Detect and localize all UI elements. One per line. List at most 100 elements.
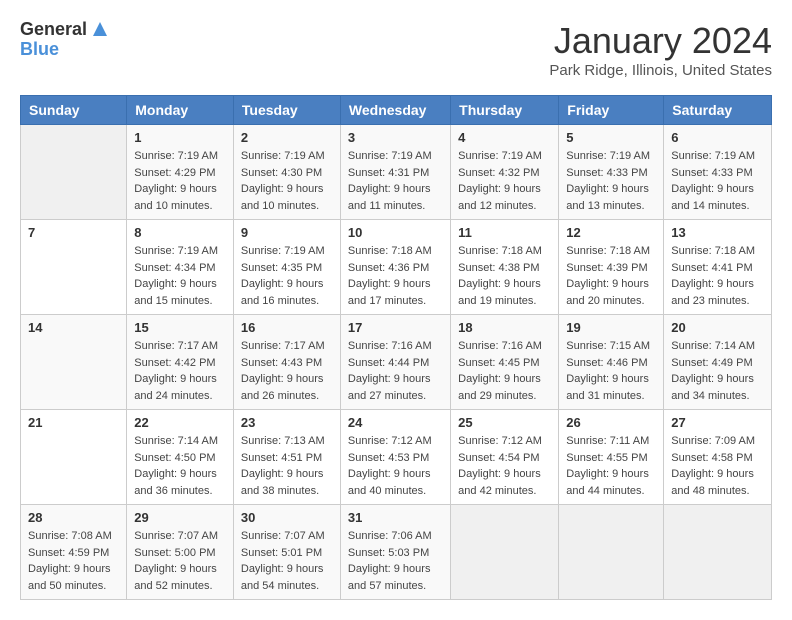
day-number: 15 — [134, 320, 226, 335]
day-number: 2 — [241, 130, 333, 145]
calendar-cell: 24 Sunrise: 7:12 AMSunset: 4:53 PMDayligh… — [340, 410, 450, 505]
day-info: Sunrise: 7:16 AMSunset: 4:45 PMDaylight:… — [458, 338, 551, 404]
calendar-cell: 5 Sunrise: 7:19 AMSunset: 4:33 PMDaylight… — [559, 125, 664, 220]
day-info: Sunrise: 7:19 AMSunset: 4:31 PMDaylight:… — [348, 148, 443, 214]
calendar-cell: 30 Sunrise: 7:07 AMSunset: 5:01 PMDayligh… — [233, 505, 340, 600]
day-info: Sunrise: 7:07 AMSunset: 5:00 PMDaylight:… — [134, 528, 226, 594]
day-number: 29 — [134, 510, 226, 525]
logo-text: General Blue — [20, 20, 111, 60]
calendar-cell: 18 Sunrise: 7:16 AMSunset: 4:45 PMDayligh… — [451, 315, 559, 410]
day-info: Sunrise: 7:14 AMSunset: 4:49 PMDaylight:… — [671, 338, 764, 404]
calendar-cell — [451, 505, 559, 600]
calendar-cell: 11 Sunrise: 7:18 AMSunset: 4:38 PMDayligh… — [451, 220, 559, 315]
day-number: 28 — [28, 510, 119, 525]
day-info: Sunrise: 7:19 AMSunset: 4:33 PMDaylight:… — [671, 148, 764, 214]
day-number: 24 — [348, 415, 443, 430]
title-block: January 2024 Park Ridge, Illinois, Unite… — [549, 20, 772, 79]
day-number: 9 — [241, 225, 333, 240]
col-monday: Monday — [127, 96, 234, 125]
day-number: 21 — [28, 415, 119, 430]
day-info: Sunrise: 7:07 AMSunset: 5:01 PMDaylight:… — [241, 528, 333, 594]
col-wednesday: Wednesday — [340, 96, 450, 125]
col-sunday: Sunday — [21, 96, 127, 125]
day-number: 11 — [458, 225, 551, 240]
day-info: Sunrise: 7:18 AMSunset: 4:36 PMDaylight:… — [348, 243, 443, 309]
day-info: Sunrise: 7:19 AMSunset: 4:29 PMDaylight:… — [134, 148, 226, 214]
day-number: 13 — [671, 225, 764, 240]
day-number: 5 — [566, 130, 656, 145]
day-info: Sunrise: 7:19 AMSunset: 4:35 PMDaylight:… — [241, 243, 333, 309]
calendar-cell: 13Sunrise: 7:18 AMSunset: 4:41 PMDayligh… — [664, 220, 772, 315]
day-number: 30 — [241, 510, 333, 525]
day-number: 19 — [566, 320, 656, 335]
calendar-cell — [21, 125, 127, 220]
day-info: Sunrise: 7:19 AMSunset: 4:34 PMDaylight:… — [134, 243, 226, 309]
calendar-cell: 28 Sunrise: 7:08 AMSunset: 4:59 PMDayligh… — [21, 505, 127, 600]
calendar-cell: 29 Sunrise: 7:07 AMSunset: 5:00 PMDayligh… — [127, 505, 234, 600]
day-info: Sunrise: 7:11 AMSunset: 4:55 PMDaylight:… — [566, 433, 656, 499]
calendar-cell: 26 Sunrise: 7:11 AMSunset: 4:55 PMDayligh… — [559, 410, 664, 505]
day-info: Sunrise: 7:12 AMSunset: 4:53 PMDaylight:… — [348, 433, 443, 499]
day-info: Sunrise: 7:18 AMSunset: 4:39 PMDaylight:… — [566, 243, 656, 309]
day-number: 17 — [348, 320, 443, 335]
calendar-cell: 2 Sunrise: 7:19 AMSunset: 4:30 PMDaylight… — [233, 125, 340, 220]
day-number: 1 — [134, 130, 226, 145]
calendar-cell: 6 Sunrise: 7:19 AMSunset: 4:33 PMDaylight… — [664, 125, 772, 220]
col-thursday: Thursday — [451, 96, 559, 125]
calendar-week-2: 78 Sunrise: 7:19 AMSunset: 4:34 PMDayligh… — [21, 220, 772, 315]
calendar-cell — [559, 505, 664, 600]
page-header: General Blue January 2024 Park Ridge, Il… — [20, 20, 772, 79]
calendar-week-1: 1 Sunrise: 7:19 AMSunset: 4:29 PMDaylight… — [21, 125, 772, 220]
day-info: Sunrise: 7:18 AMSunset: 4:38 PMDaylight:… — [458, 243, 551, 309]
day-number: 14 — [28, 320, 119, 335]
calendar-cell: 1 Sunrise: 7:19 AMSunset: 4:29 PMDaylight… — [127, 125, 234, 220]
col-friday: Friday — [559, 96, 664, 125]
calendar-cell: 21 — [21, 410, 127, 505]
calendar-cell: 25 Sunrise: 7:12 AMSunset: 4:54 PMDayligh… — [451, 410, 559, 505]
logo-blue: Blue — [20, 40, 111, 60]
calendar-cell: 15 Sunrise: 7:17 AMSunset: 4:42 PMDayligh… — [127, 315, 234, 410]
calendar-cell: 10 Sunrise: 7:18 AMSunset: 4:36 PMDayligh… — [340, 220, 450, 315]
calendar-cell: 14 — [21, 315, 127, 410]
day-info: Sunrise: 7:09 AMSunset: 4:58 PMDaylight:… — [671, 433, 764, 499]
location-subtitle: Park Ridge, Illinois, United States — [549, 62, 772, 79]
calendar-cell: 17 Sunrise: 7:16 AMSunset: 4:44 PMDayligh… — [340, 315, 450, 410]
day-info: Sunrise: 7:17 AMSunset: 4:42 PMDaylight:… — [134, 338, 226, 404]
calendar-cell — [664, 505, 772, 600]
day-info: Sunrise: 7:16 AMSunset: 4:44 PMDaylight:… — [348, 338, 443, 404]
day-number: 6 — [671, 130, 764, 145]
day-number: 10 — [348, 225, 443, 240]
day-info: Sunrise: 7:12 AMSunset: 4:54 PMDaylight:… — [458, 433, 551, 499]
col-tuesday: Tuesday — [233, 96, 340, 125]
calendar-cell: 3 Sunrise: 7:19 AMSunset: 4:31 PMDaylight… — [340, 125, 450, 220]
calendar-week-5: 28 Sunrise: 7:08 AMSunset: 4:59 PMDayligh… — [21, 505, 772, 600]
day-number: 4 — [458, 130, 551, 145]
calendar-cell: 4 Sunrise: 7:19 AMSunset: 4:32 PMDaylight… — [451, 125, 559, 220]
calendar-cell: 23Sunrise: 7:13 AMSunset: 4:51 PMDayligh… — [233, 410, 340, 505]
day-info: Sunrise: 7:08 AMSunset: 4:59 PMDaylight:… — [28, 528, 119, 594]
day-number: 20 — [671, 320, 764, 335]
calendar-cell: 7 — [21, 220, 127, 315]
day-info: Sunrise: 7:19 AMSunset: 4:32 PMDaylight:… — [458, 148, 551, 214]
day-number: 18 — [458, 320, 551, 335]
day-number: 3 — [348, 130, 443, 145]
day-number: 12 — [566, 225, 656, 240]
day-number: 26 — [566, 415, 656, 430]
day-number: 8 — [134, 225, 226, 240]
day-info: Sunrise: 7:19 AMSunset: 4:33 PMDaylight:… — [566, 148, 656, 214]
day-number: 22 — [134, 415, 226, 430]
logo-icon — [89, 18, 111, 40]
day-number: 7 — [28, 225, 119, 240]
calendar-cell: 12 Sunrise: 7:18 AMSunset: 4:39 PMDayligh… — [559, 220, 664, 315]
day-info: Sunrise: 7:19 AMSunset: 4:30 PMDaylight:… — [241, 148, 333, 214]
col-saturday: Saturday — [664, 96, 772, 125]
calendar-cell: 8 Sunrise: 7:19 AMSunset: 4:34 PMDaylight… — [127, 220, 234, 315]
day-number: 25 — [458, 415, 551, 430]
logo: General Blue — [20, 20, 111, 60]
day-info: Sunrise: 7:13 AMSunset: 4:51 PMDaylight:… — [241, 433, 333, 499]
day-number: 16 — [241, 320, 333, 335]
calendar-week-4: 2122Sunrise: 7:14 AMSunset: 4:50 PMDayli… — [21, 410, 772, 505]
day-info: Sunrise: 7:17 AMSunset: 4:43 PMDaylight:… — [241, 338, 333, 404]
day-number: 27 — [671, 415, 764, 430]
calendar-header-row: Sunday Monday Tuesday Wednesday Thursday… — [21, 96, 772, 125]
